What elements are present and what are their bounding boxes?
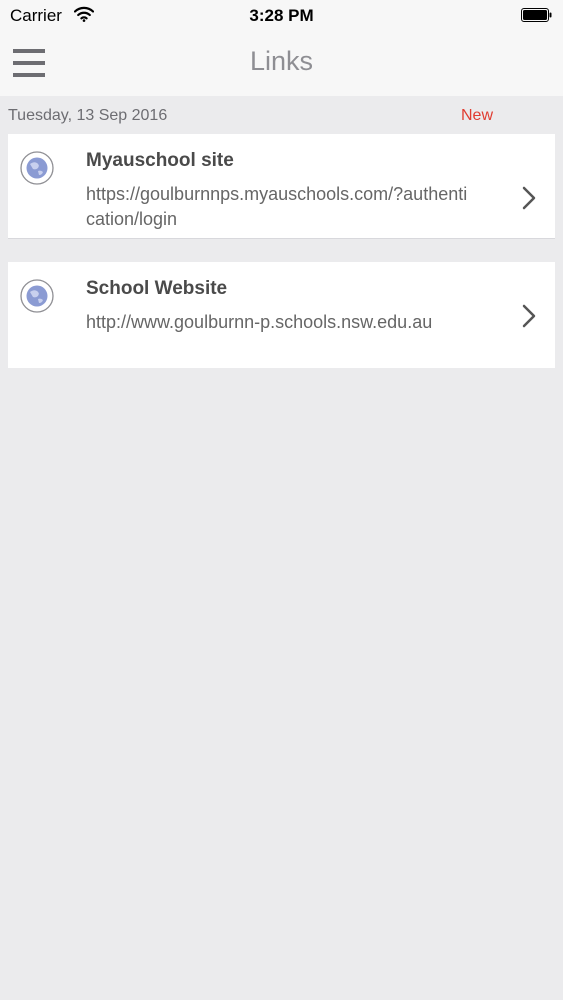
link-title: School Website (86, 278, 228, 299)
link-item[interactable]: School Website http://www.goulburnn-p.sc… (8, 262, 555, 368)
link-url: https://goulburnnps.myauschools.com/?aut… (86, 184, 468, 229)
status-bar: Carrier 3:28 PM (0, 0, 563, 32)
globe-icon (20, 279, 54, 313)
link-item[interactable]: Myauschool site https://goulburnnps.myau… (8, 134, 555, 239)
link-title: Myauschool site (86, 150, 234, 171)
page-title: Links (249, 46, 314, 76)
battery-icon (521, 8, 553, 22)
chevron-right-icon (521, 184, 537, 212)
status-time: 3:28 PM (249, 6, 314, 25)
globe-icon (20, 151, 54, 185)
chevron-right-icon (521, 302, 537, 330)
section-header: Tuesday, 13 Sep 2016 New (0, 96, 563, 134)
new-badge: New (460, 107, 493, 124)
section-date: Tuesday, 13 Sep 2016 (8, 107, 168, 124)
navigation-bar: Links (0, 32, 563, 96)
link-url: http://www.goulburnn-p.schools.nsw.edu.a… (86, 312, 433, 332)
